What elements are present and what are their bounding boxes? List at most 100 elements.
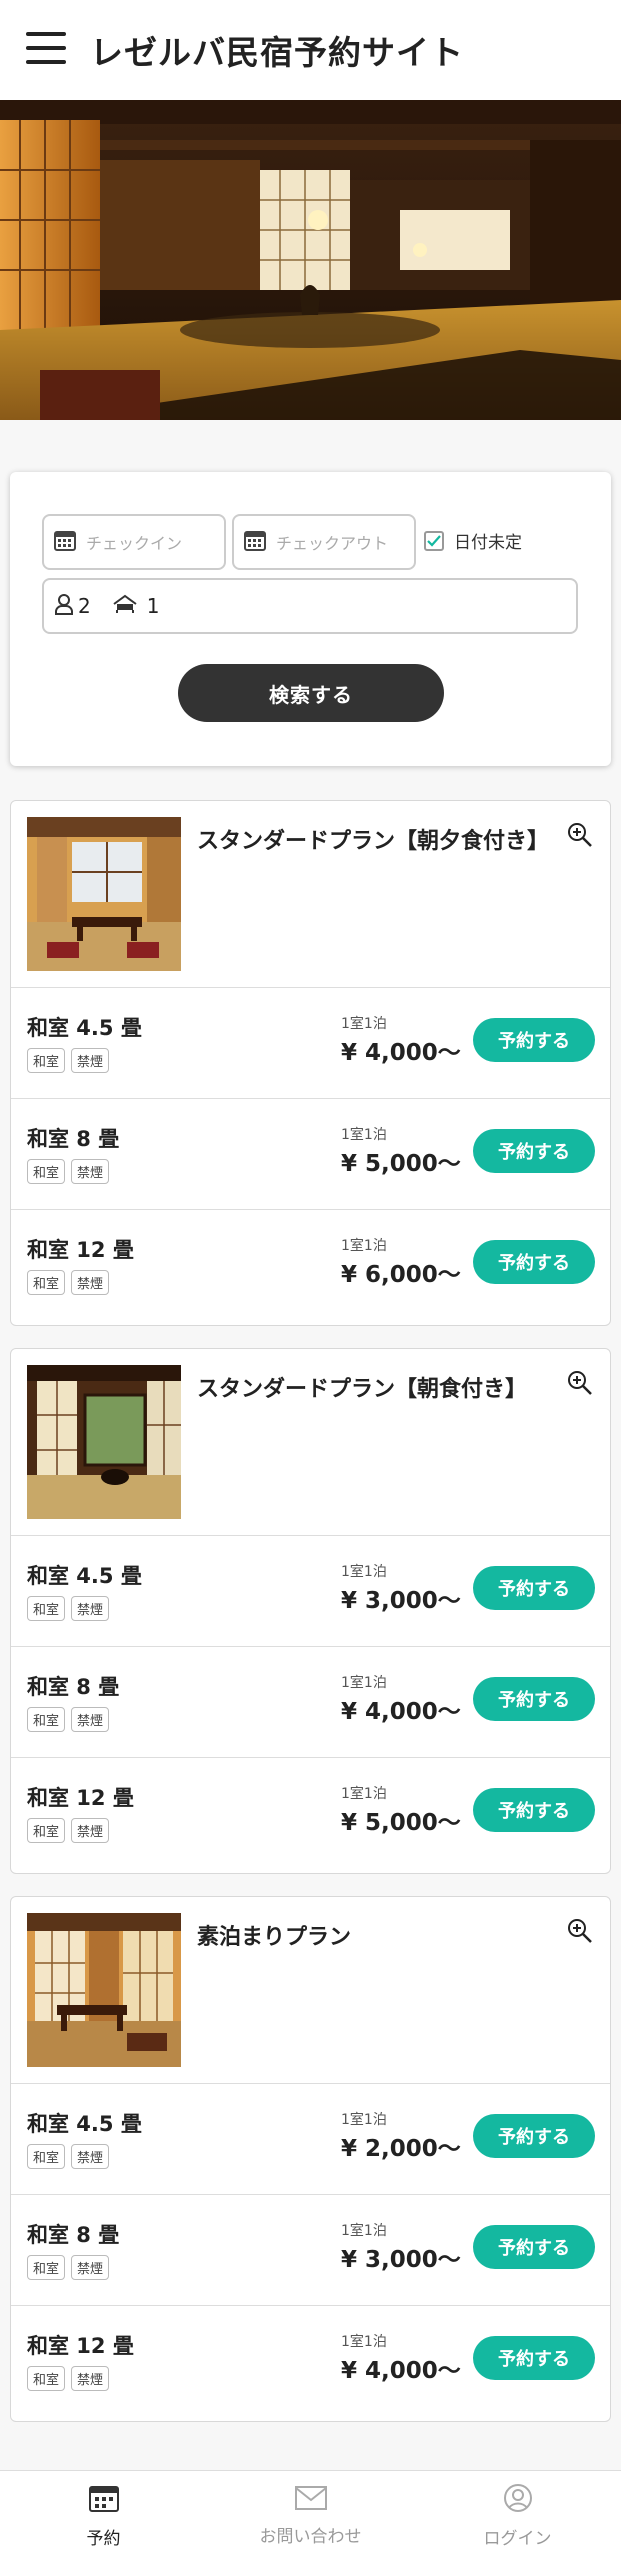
room-name: 和室 12 畳 (27, 2334, 134, 2358)
checkout-field[interactable]: チェックアウト (232, 514, 416, 570)
checkout-placeholder: チェックアウト (276, 534, 389, 553)
room-tag: 禁煙 (71, 1596, 110, 1621)
zoom-in-icon[interactable] (566, 821, 594, 853)
room-tag: 和室 (27, 1159, 66, 1184)
room-row: 和室 4.5 畳 和室 禁煙 1室1泊 ¥ 4,000〜 予約する (11, 988, 610, 1099)
calendar-icon (54, 529, 76, 555)
plan-thumbnail[interactable] (27, 1913, 181, 2067)
book-button[interactable]: 予約する (473, 1566, 595, 1610)
room-name: 和室 8 畳 (27, 1675, 120, 1699)
calendar-icon (88, 2483, 120, 2518)
room-tag: 禁煙 (71, 1707, 110, 1732)
rate-label: 1室1泊 (341, 2223, 387, 2239)
room-row: 和室 8 畳 和室 禁煙 1室1泊 ¥ 5,000〜 予約する (11, 1099, 610, 1210)
plan-header: 素泊まりプラン (11, 1897, 610, 2084)
nav-reservation[interactable]: 予約 (0, 2471, 207, 2561)
book-button[interactable]: 予約する (473, 1240, 595, 1284)
room-tag: 禁煙 (71, 2366, 110, 2391)
book-button[interactable]: 予約する (473, 1018, 595, 1062)
plan-name: 素泊まりプラン (197, 1925, 352, 1950)
plan-thumbnail[interactable] (27, 817, 181, 971)
room-tag: 和室 (27, 1707, 66, 1732)
room-tag: 禁煙 (71, 1270, 110, 1295)
date-undecided-toggle[interactable]: 日付未定 (424, 528, 522, 553)
rate-label: 1室1泊 (341, 1786, 387, 1802)
room-tag: 和室 (27, 1596, 66, 1621)
room-name: 和室 8 畳 (27, 2223, 120, 2247)
book-button[interactable]: 予約する (473, 2114, 595, 2158)
room-tag: 和室 (27, 1270, 66, 1295)
room-name: 和室 4.5 畳 (27, 1016, 142, 1040)
room-name: 和室 8 畳 (27, 1127, 120, 1151)
room-row: 和室 8 畳 和室 禁煙 1室1泊 ¥ 3,000〜 予約する (11, 2195, 610, 2306)
room-row: 和室 12 畳 和室 禁煙 1室1泊 ¥ 4,000〜 予約する (11, 2306, 610, 2416)
plan-name: スタンダードプラン【朝食付き】 (197, 1377, 528, 1402)
room-price: ¥ 2,000〜 (341, 2136, 461, 2162)
book-button[interactable]: 予約する (473, 2336, 595, 2380)
room-tag: 和室 (27, 1818, 66, 1843)
book-button[interactable]: 予約する (473, 1129, 595, 1173)
room-row: 和室 12 畳 和室 禁煙 1室1泊 ¥ 5,000〜 予約する (11, 1758, 610, 1868)
rate-label: 1室1泊 (341, 1675, 387, 1691)
room-tag: 和室 (27, 2144, 66, 2169)
plan-card: スタンダードプラン【朝食付き】 和室 4.5 畳 和室 禁煙 1室1泊 ¥ 3,0… (10, 1348, 611, 1874)
site-title: レゼルバ民宿予約サイト (90, 33, 464, 72)
room-name: 和室 12 畳 (27, 1786, 134, 1810)
nav-label: お問い合わせ (259, 2527, 362, 2547)
rate-label: 1室1泊 (341, 2112, 387, 2128)
rate-label: 1室1泊 (341, 2334, 387, 2350)
plan-thumbnail[interactable] (27, 1365, 181, 1519)
room-row: 和室 8 畳 和室 禁煙 1室1泊 ¥ 4,000〜 予約する (11, 1647, 610, 1758)
date-undecided-label: 日付未定 (454, 533, 522, 553)
room-tag: 禁煙 (71, 2255, 110, 2280)
nav-label: 予約 (86, 2529, 121, 2549)
plan-header: スタンダードプラン【朝夕食付き】 (11, 801, 610, 988)
zoom-in-icon[interactable] (566, 1369, 594, 1401)
room-price: ¥ 3,000〜 (341, 2247, 461, 2273)
hamburger-icon[interactable] (26, 32, 66, 64)
room-row: 和室 12 畳 和室 禁煙 1室1泊 ¥ 6,000〜 予約する (11, 1210, 610, 1320)
room-tag: 和室 (27, 2255, 66, 2280)
adults-count: 2 (78, 594, 91, 618)
room-price: ¥ 4,000〜 (341, 1699, 461, 1725)
room-name: 和室 4.5 畳 (27, 1564, 142, 1588)
book-button[interactable]: 予約する (473, 1677, 595, 1721)
search-button[interactable]: 検索する (178, 664, 444, 722)
plan-card: スタンダードプラン【朝夕食付き】 和室 4.5 畳 和室 禁煙 1室1泊 ¥ 4,… (10, 800, 611, 1326)
zoom-in-icon[interactable] (566, 1917, 594, 1949)
book-button[interactable]: 予約する (473, 2225, 595, 2269)
room-price: ¥ 5,000〜 (341, 1151, 461, 1177)
room-price: ¥ 5,000〜 (341, 1810, 461, 1836)
rate-label: 1室1泊 (341, 1564, 387, 1580)
nav-label: ログイン (483, 2529, 552, 2549)
person-icon (54, 593, 74, 620)
room-tag: 和室 (27, 2366, 66, 2391)
nav-contact[interactable]: お問い合わせ (207, 2471, 414, 2561)
room-price: ¥ 4,000〜 (341, 2358, 461, 2384)
checkin-field[interactable]: チェックイン (42, 514, 226, 570)
room-price: ¥ 4,000〜 (341, 1040, 461, 1066)
plan-name: スタンダードプラン【朝夕食付き】 (197, 829, 550, 854)
room-tag: 和室 (27, 1048, 66, 1073)
room-tag: 禁煙 (71, 2144, 110, 2169)
plan-header: スタンダードプラン【朝食付き】 (11, 1349, 610, 1536)
guests-rooms-field[interactable]: 2 1 (42, 578, 578, 634)
room-tag: 禁煙 (71, 1159, 110, 1184)
room-price: ¥ 3,000〜 (341, 1588, 461, 1614)
rate-label: 1室1泊 (341, 1127, 387, 1143)
date-undecided-checkbox[interactable] (424, 530, 444, 551)
nav-login[interactable]: ログイン (414, 2471, 621, 2561)
book-button[interactable]: 予約する (473, 1788, 595, 1832)
calendar-icon (244, 529, 266, 555)
app-header: レゼルバ民宿予約サイト (0, 0, 621, 100)
hero-image (0, 100, 621, 420)
room-name: 和室 12 畳 (27, 1238, 134, 1262)
rate-label: 1室1泊 (341, 1238, 387, 1254)
room-row: 和室 4.5 畳 和室 禁煙 1室1泊 ¥ 2,000〜 予約する (11, 2084, 610, 2195)
plan-card: 素泊まりプラン 和室 4.5 畳 和室 禁煙 1室1泊 ¥ 2,000〜 予約する… (10, 1896, 611, 2422)
bed-icon (113, 594, 137, 619)
room-price: ¥ 6,000〜 (341, 1262, 461, 1288)
check-icon (427, 534, 441, 547)
room-tag: 禁煙 (71, 1048, 110, 1073)
room-name: 和室 4.5 畳 (27, 2112, 142, 2136)
